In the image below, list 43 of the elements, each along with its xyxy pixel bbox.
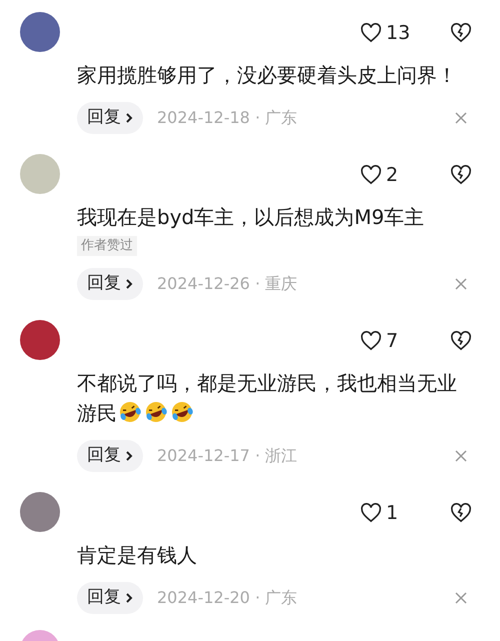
dislike-button[interactable] bbox=[450, 23, 472, 43]
like-button[interactable]: 1 bbox=[360, 498, 450, 528]
comment-meta: 2024-12-17 · 浙江 bbox=[157, 445, 298, 467]
close-icon[interactable] bbox=[454, 277, 468, 291]
like-button[interactable]: 7 bbox=[360, 326, 450, 356]
dislike-button[interactable] bbox=[450, 503, 472, 523]
reply-button[interactable]: 回复 bbox=[77, 268, 143, 300]
reply-button[interactable]: 回复 bbox=[77, 582, 143, 614]
broken-heart-icon bbox=[450, 331, 472, 351]
laughing-emoji-icon bbox=[143, 400, 169, 424]
heart-icon bbox=[360, 503, 382, 523]
close-icon[interactable] bbox=[454, 591, 468, 605]
chevron-right-icon bbox=[125, 278, 133, 290]
broken-heart-icon bbox=[450, 23, 472, 43]
comment-meta: 2024-12-26 · 重庆 bbox=[157, 273, 298, 295]
user-avatar[interactable] bbox=[20, 492, 60, 532]
author-liked-tag: 作者赞过 bbox=[77, 236, 137, 256]
user-avatar[interactable] bbox=[20, 12, 60, 52]
comment-text: 家用揽胜够用了，没必要硬着头皮上问界！ bbox=[77, 62, 458, 89]
reply-button[interactable]: 回复 bbox=[77, 102, 143, 134]
heart-icon bbox=[360, 331, 382, 351]
laughing-emoji-icon bbox=[117, 400, 143, 424]
like-button[interactable]: 13 bbox=[360, 18, 450, 48]
chevron-right-icon bbox=[125, 112, 133, 124]
like-button[interactable]: 2 bbox=[360, 160, 450, 190]
dislike-button[interactable] bbox=[450, 165, 472, 185]
chevron-right-icon bbox=[125, 592, 133, 604]
comment-text: 不都说了吗，都是无业游民，我也相当无业游民 bbox=[77, 370, 458, 427]
chevron-right-icon bbox=[125, 450, 133, 462]
heart-icon bbox=[360, 165, 382, 185]
broken-heart-icon bbox=[450, 503, 472, 523]
comment-text: 肯定是有钱人 bbox=[77, 542, 198, 569]
close-icon[interactable] bbox=[454, 111, 468, 125]
comment-meta: 2024-12-20 · 广东 bbox=[157, 587, 298, 609]
user-avatar[interactable] bbox=[20, 320, 60, 360]
laughing-emoji-icon bbox=[169, 400, 195, 424]
comment-text: 我现在是byd车主，以后想成为M9车主 bbox=[77, 204, 426, 231]
heart-icon bbox=[360, 23, 382, 43]
dislike-button[interactable] bbox=[450, 331, 472, 351]
broken-heart-icon bbox=[450, 165, 472, 185]
comment-meta: 2024-12-18 · 广东 bbox=[157, 107, 298, 129]
reply-button[interactable]: 回复 bbox=[77, 440, 143, 472]
close-icon[interactable] bbox=[454, 449, 468, 463]
